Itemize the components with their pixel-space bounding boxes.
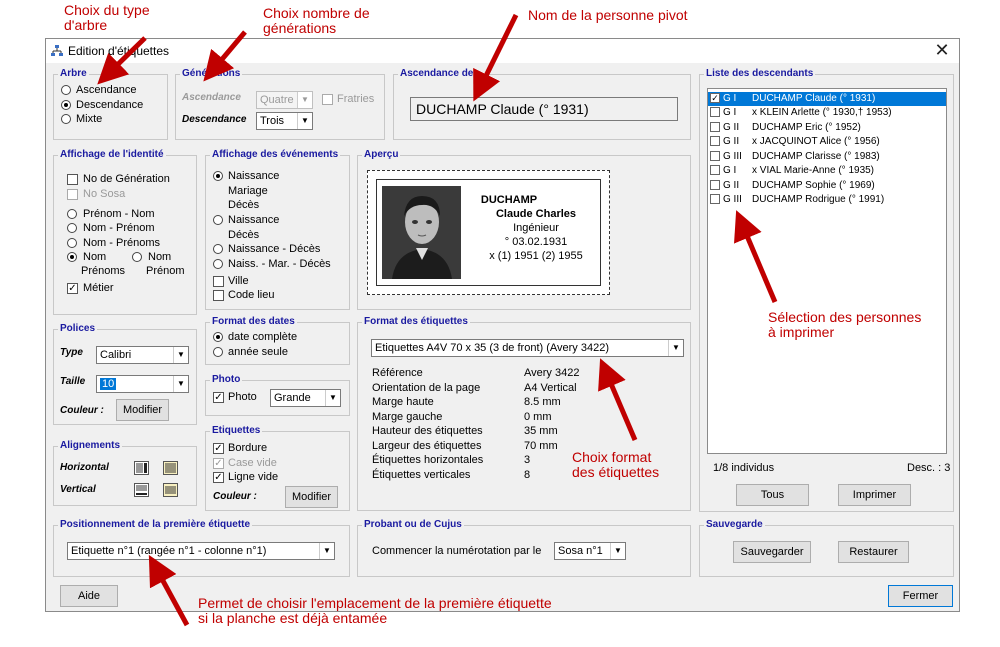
arrow-generations <box>203 30 247 82</box>
arrow-format <box>598 358 638 441</box>
arrow-selection <box>734 210 778 303</box>
arrow-first-label <box>148 554 190 627</box>
arrow-tree-type <box>97 36 147 85</box>
arrow-pivot <box>473 13 519 102</box>
annotation-arrows <box>97 13 778 627</box>
